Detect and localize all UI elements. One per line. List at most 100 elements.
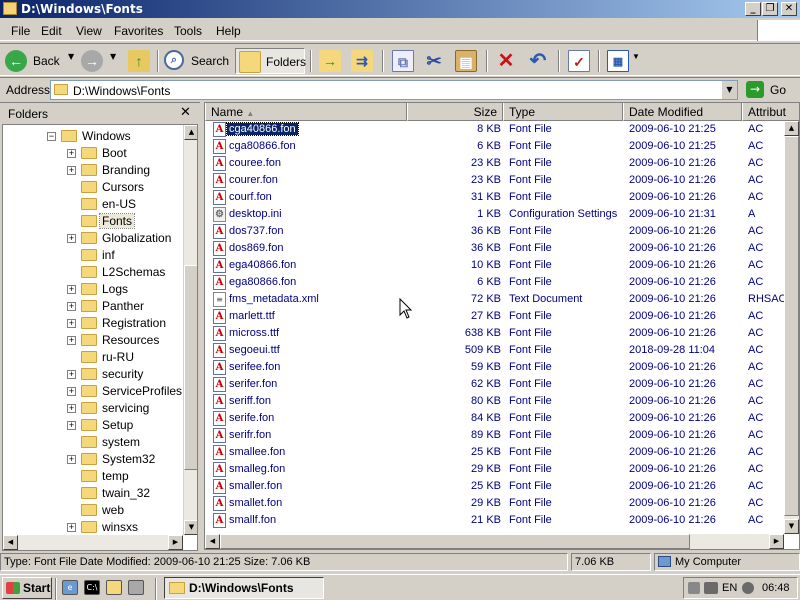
file-row[interactable]: Aserifer.fon 62 KB Font File 2009-06-10 21:… bbox=[205, 376, 799, 393]
file-row[interactable]: Ados737.fon 36 KB Font File 2009-06-10 21:2… bbox=[205, 223, 799, 240]
tree-item[interactable]: − Windows bbox=[3, 128, 183, 145]
tree-item[interactable]: + Boot bbox=[3, 145, 183, 162]
file-row[interactable]: Aserife.fon 84 KB Font File 2009-06-10 21:2… bbox=[205, 410, 799, 427]
tree-item[interactable]: + Globalization bbox=[3, 230, 183, 247]
file-row[interactable]: Asmallet.fon 29 KB Font File 2009-06-10 21:… bbox=[205, 495, 799, 512]
start-button[interactable]: Start bbox=[2, 577, 52, 599]
forward-dropdown-icon[interactable]: ▼ bbox=[110, 52, 116, 61]
tree-item[interactable]: Cursors bbox=[3, 179, 183, 196]
tree-item[interactable]: + Setup bbox=[3, 417, 183, 434]
column-type[interactable]: Type bbox=[503, 103, 623, 121]
close-button[interactable]: ✕ bbox=[781, 2, 797, 16]
expand-icon[interactable]: + bbox=[67, 234, 76, 243]
scroll-up-icon[interactable]: ▲ bbox=[784, 121, 799, 136]
scroll-thumb[interactable] bbox=[220, 534, 690, 549]
undo-button[interactable]: ↶ bbox=[526, 48, 552, 74]
horizontal-scrollbar[interactable]: ◀ ▶ bbox=[205, 534, 784, 549]
menu-file[interactable]: File bbox=[11, 24, 30, 38]
close-icon[interactable]: ✕ bbox=[180, 105, 191, 120]
network-icon[interactable] bbox=[704, 582, 718, 594]
minimize-button[interactable]: _ bbox=[745, 2, 761, 16]
file-list[interactable]: Name ▲ Size Type Date Modified Attribut … bbox=[204, 102, 800, 550]
scroll-right-icon[interactable]: ▶ bbox=[168, 535, 183, 550]
column-date[interactable]: Date Modified bbox=[623, 103, 742, 121]
menu-tools[interactable]: Tools bbox=[174, 24, 202, 38]
scroll-thumb[interactable] bbox=[184, 265, 197, 470]
file-row[interactable]: Amicross.ttf 638 KB Font File 2009-06-10 21… bbox=[205, 325, 799, 342]
scroll-left-icon[interactable]: ◀ bbox=[3, 535, 18, 550]
expand-icon[interactable]: + bbox=[67, 166, 76, 175]
column-size[interactable]: Size bbox=[407, 103, 503, 121]
expand-icon[interactable]: + bbox=[67, 455, 76, 464]
copy-to-button[interactable]: ⇉ bbox=[350, 48, 376, 74]
file-row[interactable]: Aserifee.fon 59 KB Font File 2009-06-10 21:… bbox=[205, 359, 799, 376]
tree-item[interactable]: + Registration bbox=[3, 315, 183, 332]
menu-help[interactable]: Help bbox=[216, 24, 241, 38]
back-button[interactable]: ← Back bbox=[4, 48, 74, 74]
file-row[interactable]: Acga80866.fon 6 KB Font File 2009-06-10 21:… bbox=[205, 138, 799, 155]
horizontal-scrollbar[interactable]: ◀ ▶ bbox=[3, 535, 183, 550]
file-row[interactable]: Amarlett.ttf 27 KB Font File 2009-06-10 21:… bbox=[205, 308, 799, 325]
file-row[interactable]: Acouree.fon 23 KB Font File 2009-06-10 21:2… bbox=[205, 155, 799, 172]
scroll-down-icon[interactable]: ▼ bbox=[784, 519, 799, 534]
tree-item[interactable]: en-US bbox=[3, 196, 183, 213]
scroll-left-icon[interactable]: ◀ bbox=[205, 534, 220, 549]
safely-remove-hardware-icon[interactable] bbox=[688, 582, 700, 594]
go-button[interactable]: → Go bbox=[744, 81, 798, 99]
expand-icon[interactable]: + bbox=[67, 285, 76, 294]
collapse-icon[interactable]: − bbox=[47, 132, 56, 141]
file-row[interactable]: Ados869.fon 36 KB Font File 2009-06-10 21:2… bbox=[205, 240, 799, 257]
address-input[interactable]: D:\Windows\Fonts ▼ bbox=[50, 80, 738, 100]
address-dropdown-icon[interactable]: ▼ bbox=[721, 81, 737, 99]
vertical-scrollbar[interactable]: ▲ ▼ bbox=[183, 125, 197, 535]
back-dropdown-icon[interactable]: ▼ bbox=[68, 52, 74, 61]
file-row[interactable]: Acourer.fon 23 KB Font File 2009-06-10 21:2… bbox=[205, 172, 799, 189]
tree-item[interactable]: ru-RU bbox=[3, 349, 183, 366]
delete-button[interactable]: ✕ bbox=[494, 48, 520, 74]
tree-item[interactable]: + Branding bbox=[3, 162, 183, 179]
tree-item[interactable]: + Panther bbox=[3, 298, 183, 315]
internet-explorer-icon[interactable]: e bbox=[62, 580, 78, 595]
search-button[interactable]: ⌕ Search bbox=[162, 48, 232, 74]
file-row[interactable]: Acourf.fon 31 KB Font File 2009-06-10 21:26… bbox=[205, 189, 799, 206]
expand-icon[interactable]: + bbox=[67, 421, 76, 430]
tree-item[interactable]: + Logs bbox=[3, 281, 183, 298]
file-row[interactable]: Asmallee.fon 25 KB Font File 2009-06-10 21:… bbox=[205, 444, 799, 461]
expand-icon[interactable]: + bbox=[67, 387, 76, 396]
file-row[interactable]: Asegoeui.ttf 509 KB Font File 2018-09-28 11… bbox=[205, 342, 799, 359]
taskbar-window-button[interactable]: D:\Windows\Fonts bbox=[164, 577, 324, 599]
scroll-thumb[interactable] bbox=[784, 136, 799, 516]
command-prompt-icon[interactable]: C:\ bbox=[84, 580, 100, 595]
file-row[interactable]: Asmalleg.fon 29 KB Font File 2009-06-10 21:… bbox=[205, 461, 799, 478]
views-button[interactable]: ▦ ▼ bbox=[606, 48, 640, 74]
tree-item[interactable]: + Resources bbox=[3, 332, 183, 349]
properties-button[interactable]: ✓ bbox=[566, 48, 592, 74]
tree-item[interactable]: + winsxs bbox=[3, 519, 183, 536]
file-row[interactable]: Aega40866.fon 10 KB Font File 2009-06-10 21… bbox=[205, 257, 799, 274]
menu-favorites[interactable]: Favorites bbox=[114, 24, 163, 38]
expand-icon[interactable]: + bbox=[67, 302, 76, 311]
tree-item[interactable]: Fonts bbox=[3, 213, 183, 230]
expand-icon[interactable]: + bbox=[67, 370, 76, 379]
file-row[interactable]: Asmaller.fon 25 KB Font File 2009-06-10 21:… bbox=[205, 478, 799, 495]
tree-item[interactable]: + ServiceProfiles bbox=[3, 383, 183, 400]
tree-item[interactable]: twain_32 bbox=[3, 485, 183, 502]
expand-icon[interactable]: + bbox=[67, 319, 76, 328]
column-name[interactable]: Name ▲ bbox=[205, 103, 407, 121]
tree-item[interactable]: + System32 bbox=[3, 451, 183, 468]
tree-item[interactable]: web bbox=[3, 502, 183, 519]
expand-icon[interactable]: + bbox=[67, 336, 76, 345]
scroll-up-icon[interactable]: ▲ bbox=[184, 125, 197, 140]
title-bar[interactable]: D:\Windows\Fonts _ ❐ ✕ bbox=[0, 0, 800, 18]
expand-icon[interactable]: + bbox=[67, 523, 76, 532]
file-row[interactable]: Aega80866.fon 6 KB Font File 2009-06-10 21:… bbox=[205, 274, 799, 291]
tree-item[interactable]: L2Schemas bbox=[3, 264, 183, 281]
forward-button[interactable]: → bbox=[80, 48, 108, 74]
file-row[interactable]: ⚙ desktop.ini 1 KB Configuration Settings 20… bbox=[205, 206, 799, 223]
volume-icon[interactable] bbox=[742, 582, 754, 594]
tree-item[interactable]: + security bbox=[3, 366, 183, 383]
expand-icon[interactable]: + bbox=[67, 404, 76, 413]
file-row[interactable]: Asmallf.fon 21 KB Font File 2009-06-10 21:2… bbox=[205, 512, 799, 529]
menu-edit[interactable]: Edit bbox=[41, 24, 62, 38]
tree-item[interactable]: temp bbox=[3, 468, 183, 485]
